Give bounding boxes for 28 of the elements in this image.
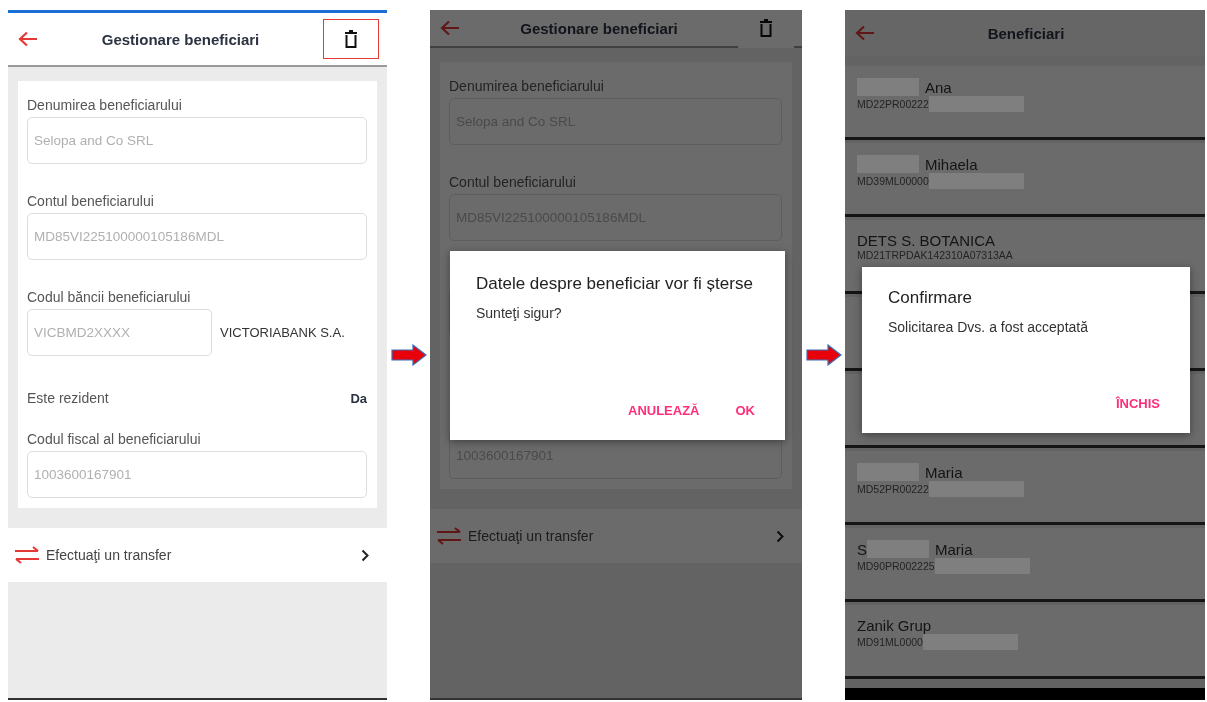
- dialog-title: Datele despre beneficiar vor fi șterse: [476, 273, 754, 295]
- field-label: Codul fiscal al beneficiarului: [27, 431, 201, 447]
- dialog-message: Sunteţi sigur?: [476, 305, 563, 322]
- account-number: MD21TRPDAK142310A07313AA: [857, 249, 1013, 261]
- beneficiary-name: DETS S. BOTANICA: [857, 232, 996, 249]
- field-label: Codul băncii beneficiarului: [27, 289, 191, 305]
- beneficiary-name: Mihaela: [925, 155, 978, 173]
- account-number: MD52PR00222: [857, 483, 929, 495]
- account-number: MD22PR00222: [857, 98, 929, 110]
- dialog-message: Solicitarea Dvs. a fost acceptată: [888, 319, 1089, 336]
- account-number: MD91ML0000: [857, 636, 923, 648]
- bank-name: VICTORIABANK S.A.: [220, 325, 345, 340]
- beneficiary-name: Maria: [925, 463, 963, 481]
- account-number: MD39ML00000: [857, 175, 929, 187]
- screen-title: Beneficiari: [986, 24, 1066, 42]
- beneficiary-name-initial: S: [857, 540, 867, 558]
- beneficiary-name: Maria: [935, 540, 973, 558]
- beneficiary-name: Zanik Grup: [857, 617, 932, 634]
- field-label: Denumirea beneficiarului: [27, 97, 182, 113]
- field-value: Da: [350, 390, 367, 406]
- screen-title: Gestionare beneficiari: [519, 19, 679, 37]
- field-label: Contul beneficiarului: [449, 174, 576, 190]
- field-label: Contul beneficiarului: [27, 193, 154, 209]
- beneficiary-name: Ana: [925, 78, 952, 96]
- field-label: Este rezident: [27, 390, 109, 406]
- account-number: MD90PR002225: [857, 560, 935, 572]
- screen-title: Gestionare beneficiari: [100, 30, 261, 48]
- field-label: Denumirea beneficiarului: [449, 78, 604, 94]
